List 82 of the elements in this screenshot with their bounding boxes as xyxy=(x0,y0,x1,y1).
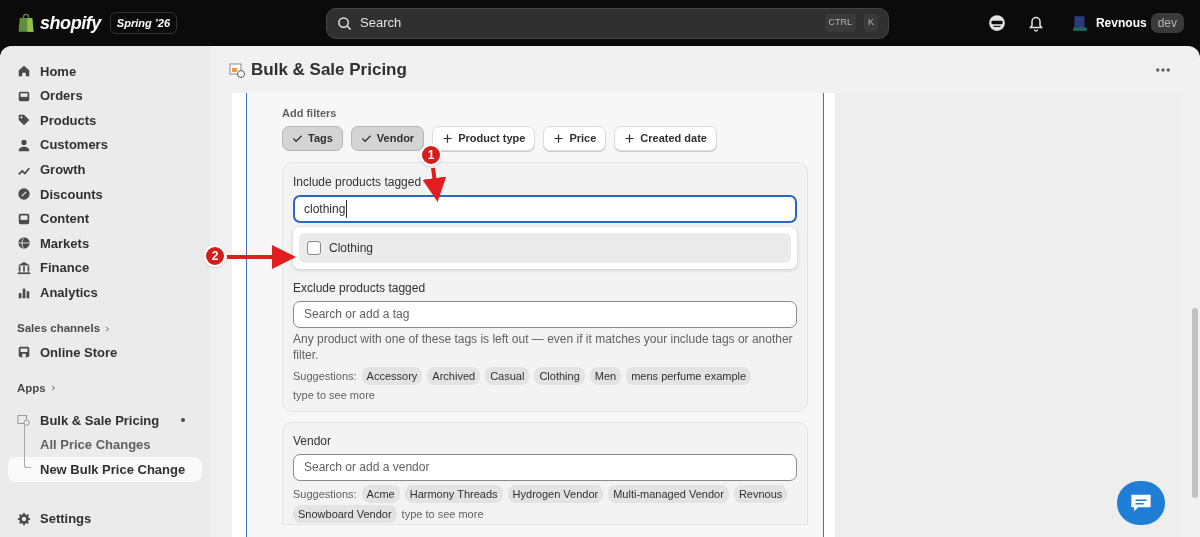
tag-input-field[interactable]: Search or add a tag xyxy=(293,300,797,328)
filter-chip[interactable]: Product type xyxy=(432,125,536,151)
discount-icon xyxy=(17,187,31,202)
sidebar-subitem[interactable]: All Price Changes xyxy=(8,432,202,458)
suggestion-tag[interactable]: Clothing xyxy=(534,366,585,385)
suggestions-label: Suggestions: xyxy=(293,368,357,384)
calendar-clock-icon xyxy=(229,61,245,78)
tag-icon xyxy=(17,113,31,128)
suggestion-tag[interactable]: Harmony Threads xyxy=(404,484,503,503)
annotation-arrow xyxy=(422,167,447,202)
plus-icon xyxy=(442,132,454,144)
more-actions-icon[interactable] xyxy=(1156,67,1170,72)
sidebar-item[interactable]: Orders xyxy=(8,83,202,109)
tag-input-field[interactable]: clothing xyxy=(293,194,797,223)
suggestion-tag[interactable]: Snowboard Vendor xyxy=(293,504,397,523)
plus-icon xyxy=(624,132,636,144)
section-title: Sales channels xyxy=(17,320,101,336)
filter-chip[interactable]: Price xyxy=(543,125,607,151)
suggestion-tag[interactable]: Hydrogen Vendor xyxy=(507,484,604,503)
app-icon xyxy=(17,413,31,428)
annotation-arrow xyxy=(227,245,296,269)
sidebar-item[interactable]: Home xyxy=(8,59,202,84)
suggestion-tag[interactable]: Multi-managed Vendor xyxy=(608,484,729,503)
bank-icon xyxy=(17,261,31,276)
suggestion-tag[interactable]: Accessory xyxy=(361,366,423,385)
dev-badge: dev xyxy=(1150,13,1184,33)
plus-icon xyxy=(553,132,565,144)
filters-label: Add filters xyxy=(282,106,338,121)
notification-bell-icon xyxy=(1027,14,1044,32)
sidebar-item[interactable]: Finance xyxy=(8,255,202,281)
shopping-bag-icon xyxy=(16,12,36,34)
suggestion-tag[interactable]: Revnous xyxy=(733,484,788,503)
suggestion-tag[interactable]: Archived xyxy=(427,366,481,385)
more-hint: type to see more xyxy=(401,506,484,522)
field-label: Exclude products tagged xyxy=(293,279,427,297)
search-icon xyxy=(337,15,353,31)
logo-text: shopify xyxy=(40,11,101,35)
filter-chip[interactable]: Tags xyxy=(282,125,343,151)
sidebar-item[interactable]: Bulk & Sale Pricing xyxy=(8,408,202,433)
field-label: Vendor xyxy=(293,432,333,450)
chevron-icon xyxy=(49,384,57,393)
field-label: Include products tagged xyxy=(293,173,422,191)
filter-chip[interactable]: Vendor xyxy=(350,125,425,151)
suggestion-tag[interactable]: Acme xyxy=(361,484,400,503)
suggestion-tag[interactable]: Casual xyxy=(485,366,530,385)
sidebar-item[interactable]: Discounts xyxy=(8,181,202,207)
page-title: Bulk & Sale Pricing xyxy=(251,58,407,81)
suggestion-tag[interactable]: Men xyxy=(589,366,622,385)
store-avatar-icon xyxy=(1070,14,1089,32)
shortcut-key: K xyxy=(864,14,879,32)
suggestion-tag[interactable]: mens perfume example xyxy=(626,366,752,385)
storefront-icon xyxy=(17,345,31,360)
dropdown-option[interactable]: Clothing xyxy=(299,232,791,263)
sidebar-item[interactable]: Customers xyxy=(8,132,202,158)
sidebar-subitem[interactable]: New Bulk Price Change xyxy=(8,457,202,482)
user-name: Revnous xyxy=(1095,15,1147,32)
sidebar-item[interactable]: Content xyxy=(8,206,202,232)
person-icon xyxy=(17,138,31,153)
chevron-icon xyxy=(104,324,112,333)
more-hint: type to see more xyxy=(293,387,375,403)
release-badge: Spring ’26 xyxy=(109,11,178,35)
help-text: Any product with one of these tags is left out — even if it matches your include tags or another filter. xyxy=(293,330,794,363)
sidebar-item[interactable]: Growth xyxy=(8,157,202,182)
shortcut-key: CTRL xyxy=(824,14,857,32)
home-icon xyxy=(17,64,31,79)
sidebar-item[interactable]: Online Store xyxy=(8,340,202,365)
search-placeholder: Search xyxy=(360,14,403,33)
chat-bubble-icon xyxy=(1129,492,1153,514)
sidebar-item[interactable]: Analytics xyxy=(8,280,202,305)
section-title: Apps xyxy=(17,380,46,396)
suggestions-label: Suggestions: xyxy=(293,486,357,502)
search-field[interactable]: Search CTRL K xyxy=(326,7,890,39)
mascot-icon xyxy=(987,14,1006,32)
filter-chip[interactable]: Created date xyxy=(614,125,717,151)
tree-connector xyxy=(24,424,31,468)
globe-icon xyxy=(17,236,31,251)
sidebar-item[interactable]: Products xyxy=(8,108,202,133)
sidebar-item[interactable]: Markets xyxy=(8,231,202,256)
sidebar-item[interactable]: Settings xyxy=(8,506,202,532)
settings-icon xyxy=(17,512,31,527)
vendor-input-field[interactable]: Search or add a vendor xyxy=(293,453,797,481)
checkbox[interactable] xyxy=(307,240,321,255)
